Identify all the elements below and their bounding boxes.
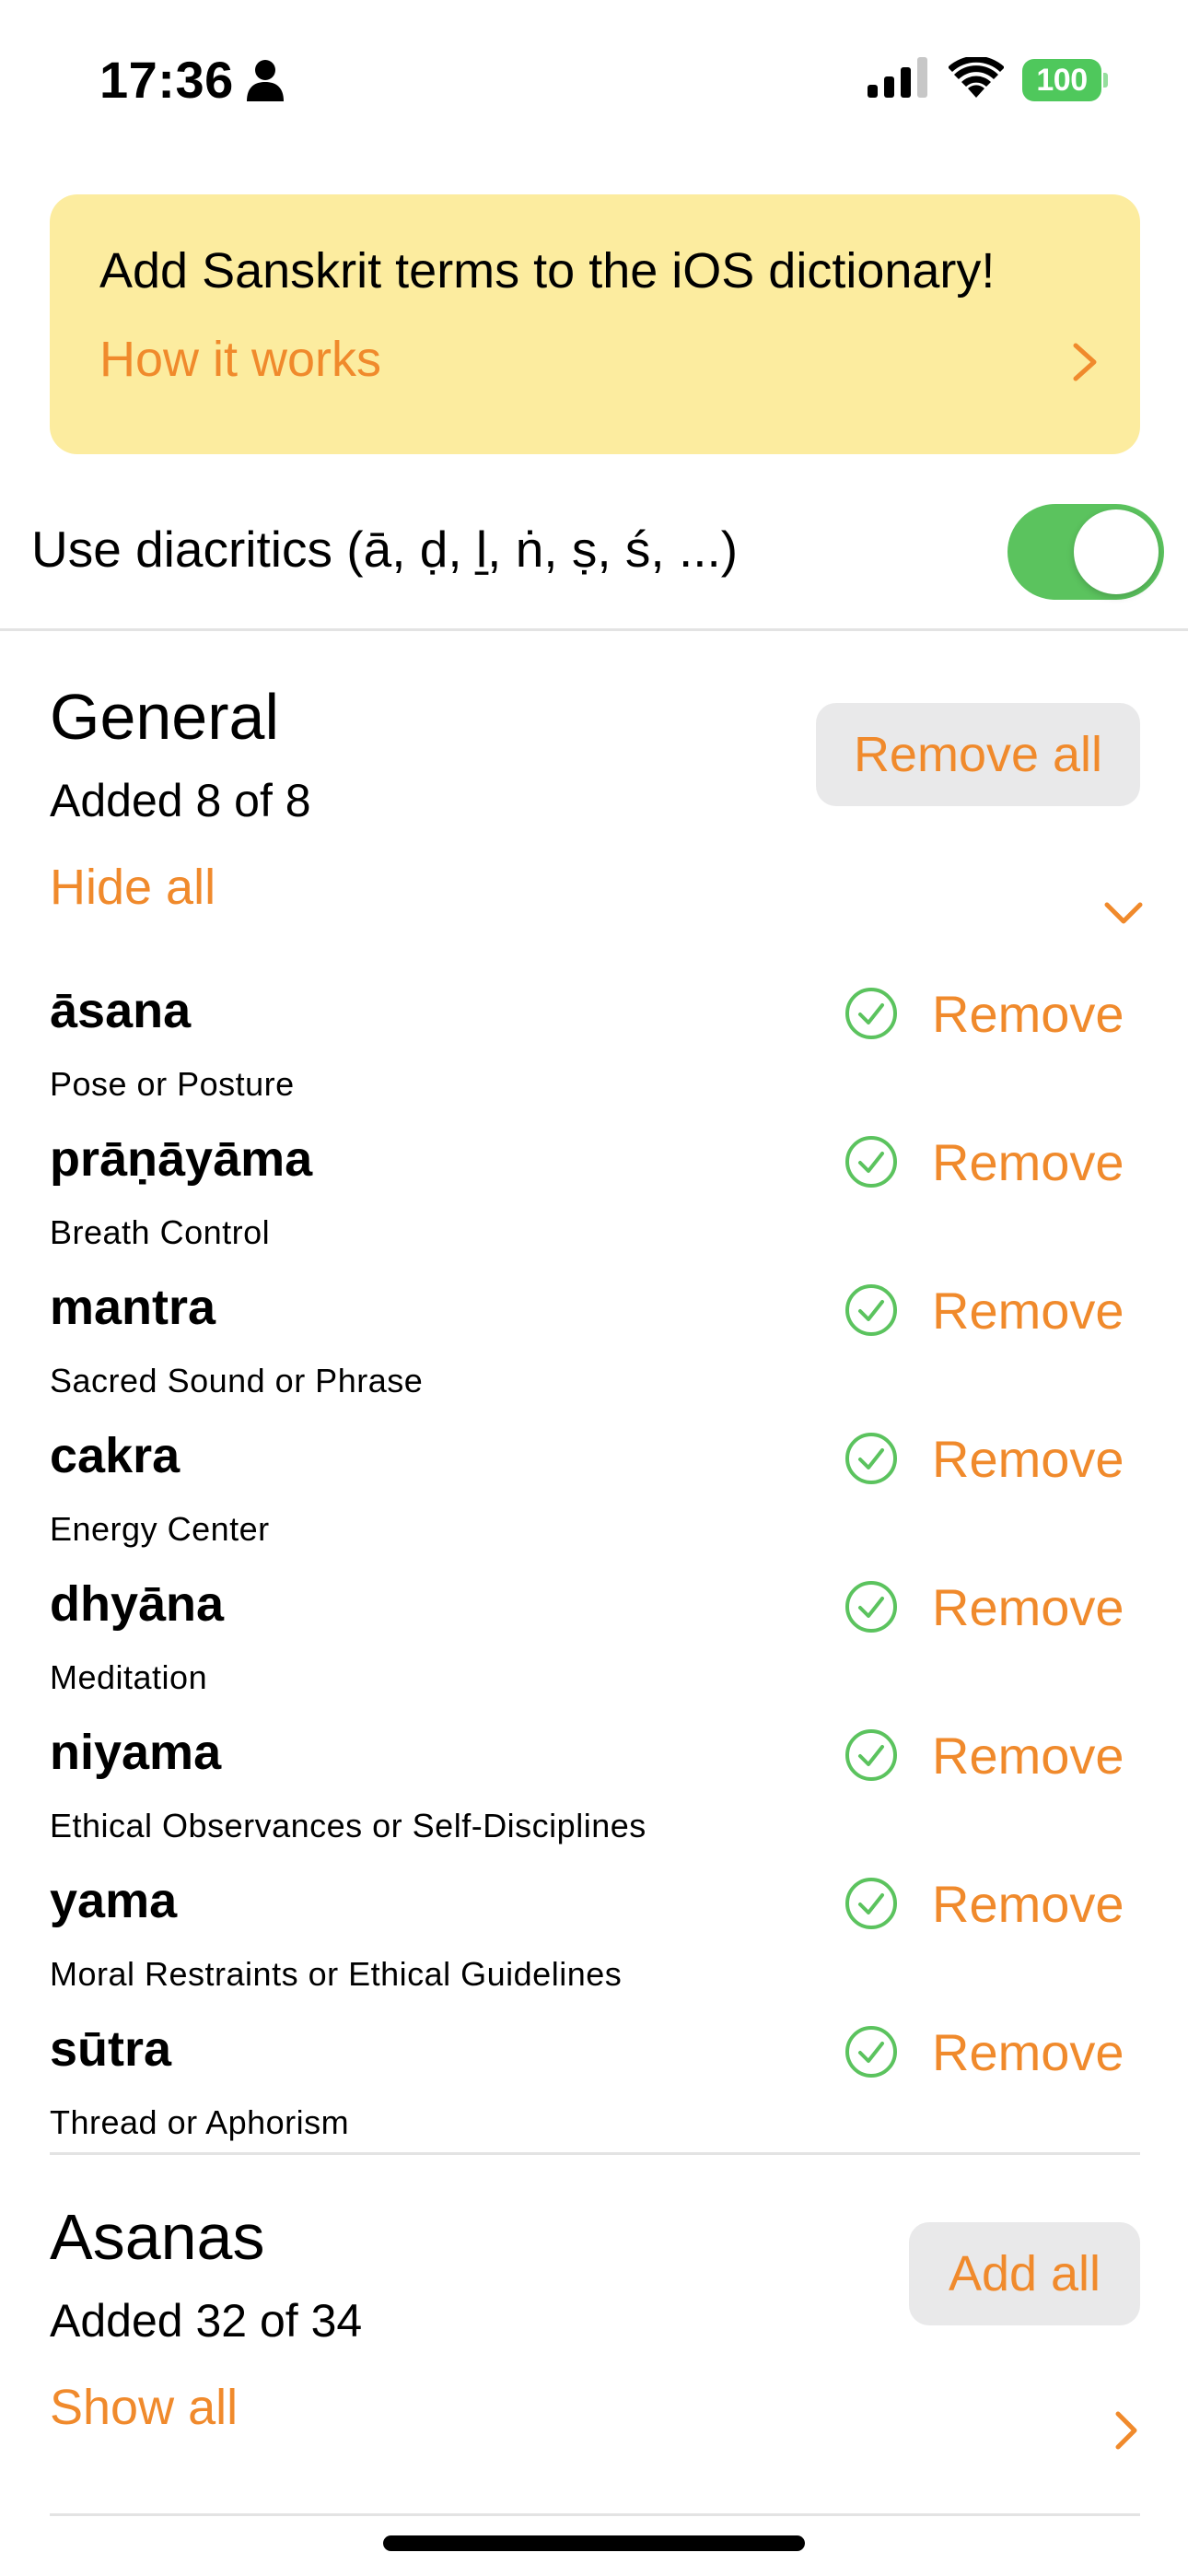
- checkmark-circle-icon: [845, 988, 897, 1039]
- remove-button[interactable]: Remove: [932, 1726, 1124, 1786]
- term-row: niyama Ethical Observances or Self-Disci…: [0, 1724, 1188, 1872]
- section-title: Asanas: [50, 2201, 265, 2273]
- section-title: General: [50, 681, 280, 753]
- checkmark-circle-icon: [845, 1433, 897, 1484]
- term-row: cakra Energy Center Remove: [0, 1427, 1188, 1575]
- remove-button[interactable]: Remove: [932, 2022, 1124, 2082]
- checkmark-circle-icon: [845, 1581, 897, 1633]
- term-name: āsana: [50, 983, 192, 1038]
- term-name: cakra: [50, 1428, 181, 1483]
- status-time: 17:36: [99, 51, 234, 109]
- checkmark-circle-icon: [845, 1136, 897, 1188]
- term-definition: Thread or Aphorism: [50, 2103, 350, 2141]
- term-definition: Energy Center: [50, 1510, 270, 1548]
- term-definition: Moral Restraints or Ethical Guidelines: [50, 1955, 623, 1993]
- term-definition: Pose or Posture: [50, 1065, 295, 1103]
- term-name: sūtra: [50, 2021, 172, 2077]
- battery-level: 100: [1022, 59, 1101, 101]
- section-divider: [50, 2152, 1140, 2155]
- banner-title: Add Sanskrit terms to the iOS dictionary…: [99, 243, 996, 299]
- term-name: niyama: [50, 1725, 222, 1780]
- battery-icon: 100: [1022, 59, 1108, 101]
- term-name: yama: [50, 1873, 178, 1928]
- dictionary-banner[interactable]: Add Sanskrit terms to the iOS dictionary…: [50, 194, 1140, 454]
- remove-button[interactable]: Remove: [932, 1281, 1124, 1341]
- divider: [0, 628, 1188, 631]
- term-row: yama Moral Restraints or Ethical Guideli…: [0, 1872, 1188, 2020]
- status-bar: 17:36 100: [0, 0, 1188, 157]
- term-row: sūtra Thread or Aphorism Remove: [0, 2020, 1188, 2169]
- remove-all-button[interactable]: Remove all: [816, 703, 1140, 806]
- home-indicator[interactable]: [383, 2535, 805, 2551]
- remove-button[interactable]: Remove: [932, 1874, 1124, 1934]
- term-row: āsana Pose or Posture Remove: [0, 982, 1188, 1130]
- hide-all-link[interactable]: Hide all: [50, 859, 215, 916]
- term-name: mantra: [50, 1280, 216, 1335]
- term-row: mantra Sacred Sound or Phrase Remove: [0, 1279, 1188, 1427]
- checkmark-circle-icon: [845, 1284, 897, 1336]
- chevron-down-icon[interactable]: [1101, 892, 1146, 936]
- how-it-works-link[interactable]: How it works: [99, 331, 381, 388]
- term-definition: Meditation: [50, 1658, 208, 1696]
- battery-cap: [1103, 73, 1108, 88]
- term-name: prāṇāyāma: [50, 1131, 313, 1187]
- term-definition: Sacred Sound or Phrase: [50, 1362, 424, 1399]
- toggle-knob: [1074, 509, 1159, 594]
- term-row: dhyāna Meditation Remove: [0, 1575, 1188, 1724]
- term-definition: Breath Control: [50, 1213, 271, 1251]
- section-count: Added 32 of 34: [50, 2295, 363, 2347]
- diacritics-toggle[interactable]: [1007, 504, 1164, 600]
- chevron-right-icon[interactable]: [1105, 2408, 1149, 2453]
- remove-button[interactable]: Remove: [932, 984, 1124, 1044]
- person-icon: [247, 60, 284, 101]
- checkmark-circle-icon: [845, 1729, 897, 1781]
- section-count: Added 8 of 8: [50, 775, 311, 826]
- remove-button[interactable]: Remove: [932, 1577, 1124, 1637]
- remove-button[interactable]: Remove: [932, 1429, 1124, 1489]
- section-divider: [50, 2513, 1140, 2516]
- term-row: prāṇāyāma Breath Control Remove: [0, 1130, 1188, 1279]
- remove-button[interactable]: Remove: [932, 1132, 1124, 1192]
- cellular-signal-icon: [868, 57, 927, 98]
- chevron-right-icon[interactable]: [1068, 342, 1100, 382]
- term-name: dhyāna: [50, 1576, 225, 1632]
- checkmark-circle-icon: [845, 2026, 897, 2078]
- checkmark-circle-icon: [845, 1878, 897, 1929]
- wifi-icon: [949, 57, 1004, 98]
- show-all-link[interactable]: Show all: [50, 2379, 238, 2436]
- diacritics-label: Use diacritics (ā, ḍ, ḻ, ṅ, ṣ, ś, ...): [31, 521, 739, 578]
- term-definition: Ethical Observances or Self-Disciplines: [50, 1807, 646, 1844]
- add-all-button[interactable]: Add all: [909, 2222, 1140, 2325]
